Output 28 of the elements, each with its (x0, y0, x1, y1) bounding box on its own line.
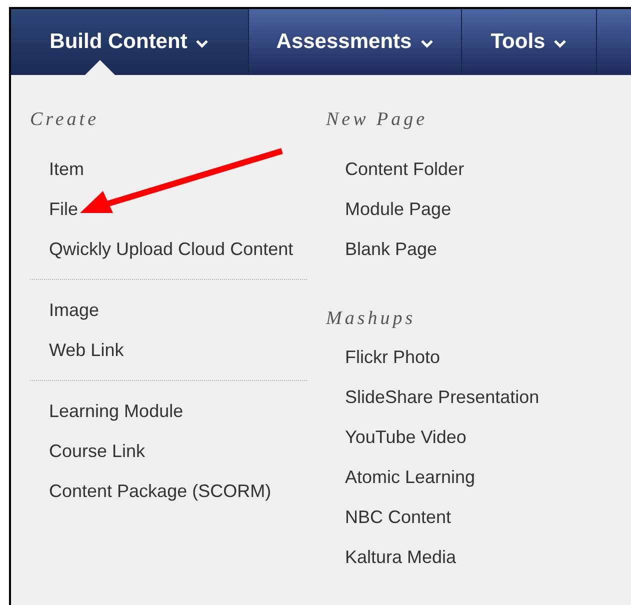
nav-tab[interactable]: Assessments (249, 9, 462, 75)
menu-item[interactable]: Web Link (49, 336, 124, 364)
section-heading: New Page (326, 108, 429, 132)
menu-pointer (84, 60, 114, 75)
menu-item[interactable]: Atomic Learning (345, 464, 476, 490)
nav-tab[interactable]: Build Content (11, 9, 249, 75)
nav-tab[interactable]: Tools (462, 9, 597, 75)
menu-item[interactable]: Image (49, 296, 100, 324)
menu-item[interactable]: Learning Module (49, 398, 184, 424)
menu-item[interactable]: SlideShare Presentation (345, 384, 540, 410)
menu-item[interactable]: Kaltura Media (345, 544, 456, 570)
chevron-down-icon (553, 39, 568, 49)
menu-item[interactable]: Content Folder (345, 156, 464, 182)
menu-item[interactable]: Qwickly Upload Cloud Content (49, 236, 294, 262)
chevron-down-icon (420, 39, 434, 49)
chevron-down-icon (195, 39, 210, 49)
menu-item[interactable]: File (49, 196, 78, 222)
menu-item[interactable]: Content Package (SCORM) (49, 478, 272, 504)
nav-tab[interactable] (597, 9, 631, 75)
menu-item[interactable]: NBC Content (345, 504, 452, 530)
menu-item[interactable]: Item (49, 156, 84, 182)
menu-item[interactable]: YouTube Video (345, 424, 466, 450)
section-heading: Mashups (326, 307, 417, 331)
section-heading: Create (30, 108, 100, 132)
menu-item[interactable]: Flickr Photo (345, 344, 440, 370)
menu-item[interactable]: Blank Page (345, 236, 438, 262)
menu-item[interactable]: Course Link (49, 438, 146, 464)
menu-item[interactable]: Module Page (345, 196, 452, 222)
